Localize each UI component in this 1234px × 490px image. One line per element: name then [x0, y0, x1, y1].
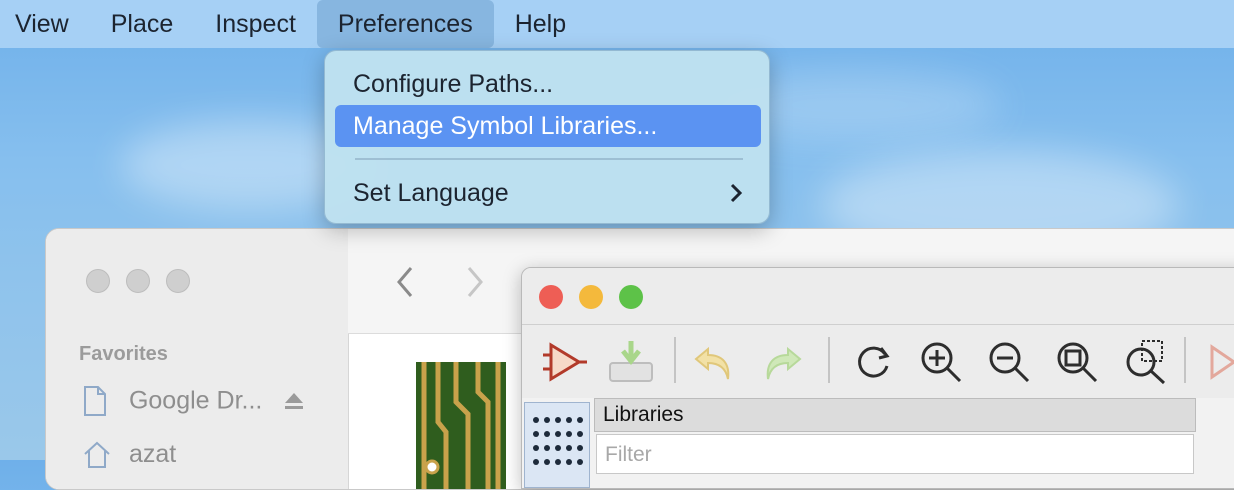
- zoom-in-icon[interactable]: [916, 337, 966, 387]
- redo-icon[interactable]: [758, 337, 808, 387]
- sidebar-item-home[interactable]: azat: [82, 439, 176, 469]
- undo-icon[interactable]: [688, 337, 738, 387]
- libraries-header: Libraries: [594, 398, 1196, 432]
- window-close-button[interactable]: [539, 285, 563, 309]
- grid-dot: [533, 417, 539, 423]
- window-minimize-button[interactable]: [579, 285, 603, 309]
- menu-bar: View Place Inspect Preferences Help: [0, 0, 1234, 48]
- menu-item-label: Set Language: [353, 179, 509, 207]
- grid-dot: [577, 417, 583, 423]
- menu-item-configure-paths[interactable]: Configure Paths...: [335, 63, 761, 105]
- save-to-library-icon[interactable]: [606, 337, 656, 387]
- filter-input[interactable]: Filter: [596, 434, 1194, 474]
- toolbar-separator: [828, 337, 830, 383]
- symbol-library-window: Libraries Filter: [521, 267, 1234, 489]
- window-close-button[interactable]: [86, 269, 110, 293]
- sidebar-item-google-drive[interactable]: Google Dr...: [82, 385, 305, 417]
- grid-dot: [544, 417, 550, 423]
- menu-place[interactable]: Place: [90, 0, 195, 48]
- libraries-panel: Libraries Filter: [522, 398, 1234, 488]
- sidebar-item-label: azat: [128, 439, 177, 468]
- grid-dot: [555, 417, 561, 423]
- preferences-dropdown: Configure Paths... Manage Symbol Librari…: [324, 50, 770, 224]
- grid-dot: [577, 431, 583, 437]
- grid-dot: [544, 445, 550, 451]
- refresh-icon[interactable]: [848, 337, 898, 387]
- grid-dot: [533, 431, 539, 437]
- forward-arrow-icon[interactable]: [464, 265, 486, 299]
- grid-dot: [555, 445, 561, 451]
- zoom-selection-icon[interactable]: [1120, 337, 1170, 387]
- grid-dot: [555, 431, 561, 437]
- menu-preferences[interactable]: Preferences: [316, 0, 494, 48]
- home-icon: [84, 442, 110, 469]
- grid-icon[interactable]: [524, 402, 590, 488]
- window-zoom-button[interactable]: [166, 269, 190, 293]
- grid-dot: [566, 445, 572, 451]
- menu-item-manage-symbol-libraries[interactable]: Manage Symbol Libraries...: [335, 105, 761, 147]
- symbol-editor-icon[interactable]: [539, 337, 589, 387]
- grid-dot: [533, 445, 539, 451]
- window-minimize-button[interactable]: [126, 269, 150, 293]
- grid-dot: [566, 431, 572, 437]
- zoom-fit-icon[interactable]: [1052, 337, 1102, 387]
- sidebar-item-label: Google Dr...: [128, 386, 263, 415]
- toolbar-separator: [1184, 337, 1186, 383]
- document-icon: [84, 386, 106, 416]
- menu-view[interactable]: View: [0, 0, 90, 48]
- grid-dot: [544, 431, 550, 437]
- back-arrow-icon[interactable]: [394, 265, 416, 299]
- finder-sidebar: Favorites Google Dr... azat: [46, 229, 349, 489]
- toolbar: [522, 325, 1234, 397]
- zoom-out-icon[interactable]: [984, 337, 1034, 387]
- pin-icon[interactable]: [1198, 337, 1234, 387]
- window-titlebar: [522, 268, 1234, 325]
- menu-separator: [355, 158, 743, 160]
- chevron-right-icon: [730, 183, 743, 203]
- window-zoom-button[interactable]: [619, 285, 643, 309]
- menu-help[interactable]: Help: [494, 0, 587, 48]
- menu-item-set-language[interactable]: Set Language: [335, 172, 761, 214]
- menu-inspect[interactable]: Inspect: [194, 0, 317, 48]
- toolbar-separator: [674, 337, 676, 383]
- grid-dot: [577, 445, 583, 451]
- eject-icon[interactable]: [283, 391, 305, 411]
- pcb-thumbnail: [416, 362, 506, 489]
- sidebar-section-favorites: Favorites: [79, 343, 168, 365]
- grid-dot: [566, 417, 572, 423]
